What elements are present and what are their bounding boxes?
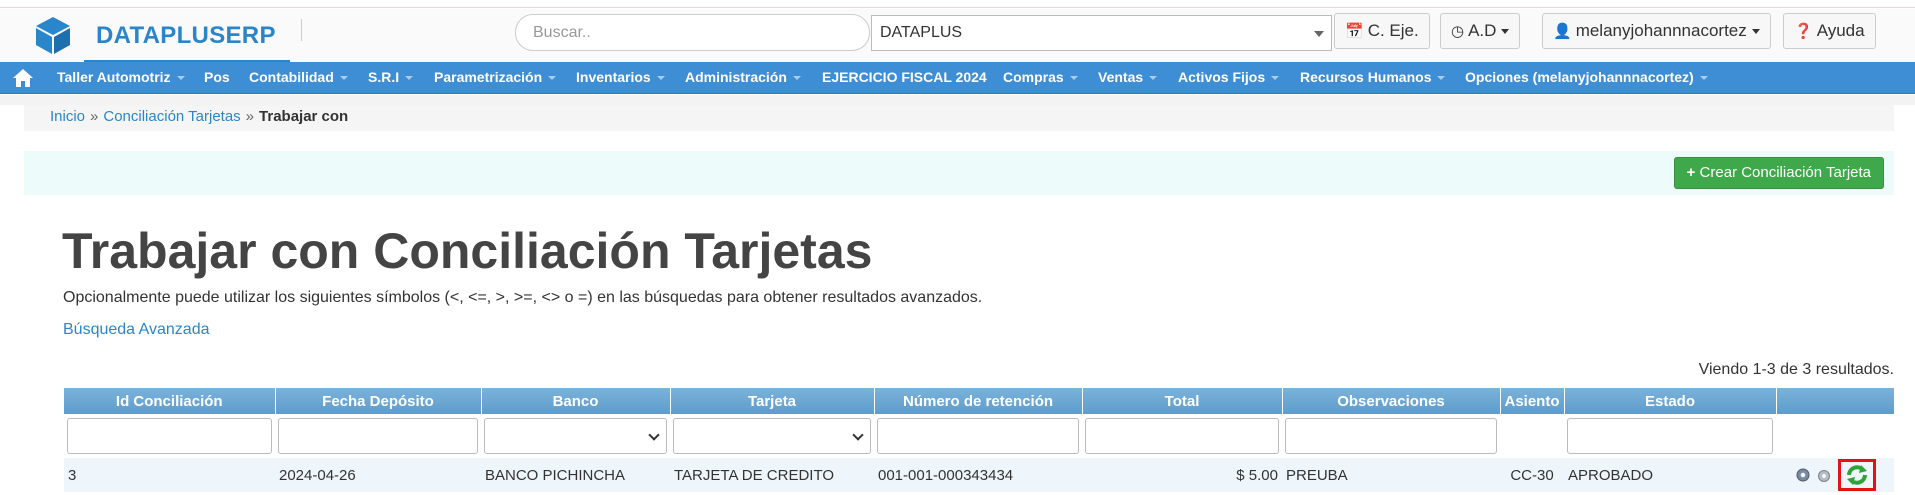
cube-logo-icon[interactable] [33,15,73,55]
user-icon: 👤 [1553,23,1572,40]
cell-fecha: 2024-04-26 [275,458,481,492]
col-numero-retencion[interactable]: Número de retención [874,388,1083,414]
col-fecha-deposito[interactable]: Fecha Depósito [275,388,482,414]
cell-asiento-link[interactable]: CC-30 [1500,458,1564,492]
breadcrumb-current: Trabajar con [259,108,349,125]
nav-parametrizacion[interactable]: Parametrización [434,62,557,94]
subbar [0,95,1915,105]
nav-taller-automotriz[interactable]: Taller Automotriz [57,62,185,94]
cell-tarjeta: TARJETA DE CREDITO [670,458,874,492]
nav-activos-fijos[interactable]: Activos Fijos [1178,62,1280,94]
chevron-down-icon [852,429,864,441]
help-label: Ayuda [1816,21,1865,40]
chevron-down-icon [1314,31,1324,37]
filter-row [64,414,1894,458]
nav-ventas[interactable]: Ventas [1098,62,1158,94]
filter-tarjeta-select[interactable] [673,418,871,454]
filter-id-input[interactable] [67,418,272,454]
cell-estado: APROBADO [1564,458,1776,492]
fiscal-year-button[interactable]: 📅 C. Eje. [1334,13,1430,49]
company-select-value: DATAPLUS [880,24,963,41]
breadcrumb-parent-link[interactable]: Conciliación Tarjetas [103,108,240,125]
user-menu-button[interactable]: 👤 melanyjohannnacortez [1542,13,1771,49]
action-bar: + Crear Conciliación Tarjeta [24,151,1894,195]
nav-ejercicio-fiscal[interactable]: EJERCICIO FISCAL 2024 [822,62,987,94]
question-circle-icon: ❓ [1794,23,1813,40]
nav-recursos-humanos[interactable]: Recursos Humanos [1300,62,1446,94]
top-border [0,0,1915,8]
nav-compras[interactable]: Compras [1003,62,1078,94]
col-tarjeta[interactable]: Tarjeta [670,388,875,414]
create-conciliation-button[interactable]: + Crear Conciliación Tarjeta [1673,157,1884,189]
chevron-down-icon [648,429,660,441]
search-input[interactable]: Buscar.. [515,14,870,51]
clock-icon: ◷ [1451,23,1465,40]
main-navbar: Taller Automotriz Pos Contabilidad S.R.I… [0,62,1915,94]
table-header-row: Id Conciliación Fecha Depósito Banco Tar… [64,388,1895,414]
nav-sri[interactable]: S.R.I [368,62,414,94]
nav-contabilidad[interactable]: Contabilidad [249,62,348,94]
nav-opciones[interactable]: Opciones (melanyjohannnacortez) [1465,62,1708,94]
refresh-icon [1847,465,1867,485]
brand-name[interactable]: DATAPLUSERP [96,22,276,50]
row-actions [1776,458,1894,492]
caret-down-icon [1751,29,1760,35]
create-button-label: Crear Conciliación Tarjeta [1699,164,1871,181]
cell-id: 3 [64,458,275,492]
filter-observaciones-input[interactable] [1285,418,1497,454]
col-asiento[interactable]: Asiento [1500,388,1565,414]
search-hint: Opcionalmente puede utilizar los siguien… [63,289,983,306]
fiscal-year-label: C. Eje. [1367,21,1419,40]
col-id-conciliacion[interactable]: Id Conciliación [64,388,276,414]
table-row: 3 2024-04-26 BANCO PICHINCHA TARJETA DE … [64,458,1894,492]
home-icon[interactable] [12,68,34,88]
nav-pos[interactable]: Pos [204,62,230,94]
caret-down-icon [1501,29,1510,35]
breadcrumb: Inicio» Conciliación Tarjetas» Trabajar co… [24,105,1894,131]
app-header: DATAPLUSERP Buscar.. DATAPLUS 📅 C. Eje. ◷… [0,9,1915,62]
refresh-button[interactable] [1838,459,1876,491]
user-name: melanyjohannnacortez [1575,21,1747,40]
process-gear-icon[interactable] [1816,466,1834,484]
col-total[interactable]: Total [1082,388,1283,414]
company-select[interactable]: DATAPLUS [871,15,1332,51]
filter-retencion-input[interactable] [877,418,1079,454]
gear-icon[interactable] [1794,466,1812,484]
results-summary: Viendo 1-3 de 3 resultados. [1698,361,1894,378]
cell-banco: BANCO PICHINCHA [481,458,670,492]
cell-observaciones: PREUBA [1282,458,1500,492]
page-title: Trabajar con Conciliación Tarjetas [62,223,873,279]
calendar-icon: 📅 [1345,23,1364,40]
col-observaciones[interactable]: Observaciones [1282,388,1501,414]
col-estado[interactable]: Estado [1564,388,1777,414]
help-button[interactable]: ❓ Ayuda [1783,13,1876,49]
nav-administracion[interactable]: Administración [685,62,801,94]
nav-inventarios[interactable]: Inventarios [576,62,665,94]
filter-total-input[interactable] [1085,418,1279,454]
header-divider [301,19,302,41]
advanced-search-link[interactable]: Búsqueda Avanzada [63,321,210,339]
cell-retencion: 001-001-000343434 [874,458,1082,492]
ad-dropdown-button[interactable]: ◷ A.D [1440,13,1521,49]
cell-total: $ 5.00 [1082,458,1282,492]
breadcrumb-home-link[interactable]: Inicio [50,108,85,125]
plus-icon: + [1686,164,1696,181]
filter-fecha-input[interactable] [278,418,478,454]
ad-label: A.D [1468,21,1497,40]
results-table: Id Conciliación Fecha Depósito Banco Tar… [64,388,1895,492]
col-actions [1776,388,1895,414]
filter-estado-input[interactable] [1567,418,1773,454]
filter-banco-select[interactable] [484,418,667,454]
col-banco[interactable]: Banco [481,388,671,414]
